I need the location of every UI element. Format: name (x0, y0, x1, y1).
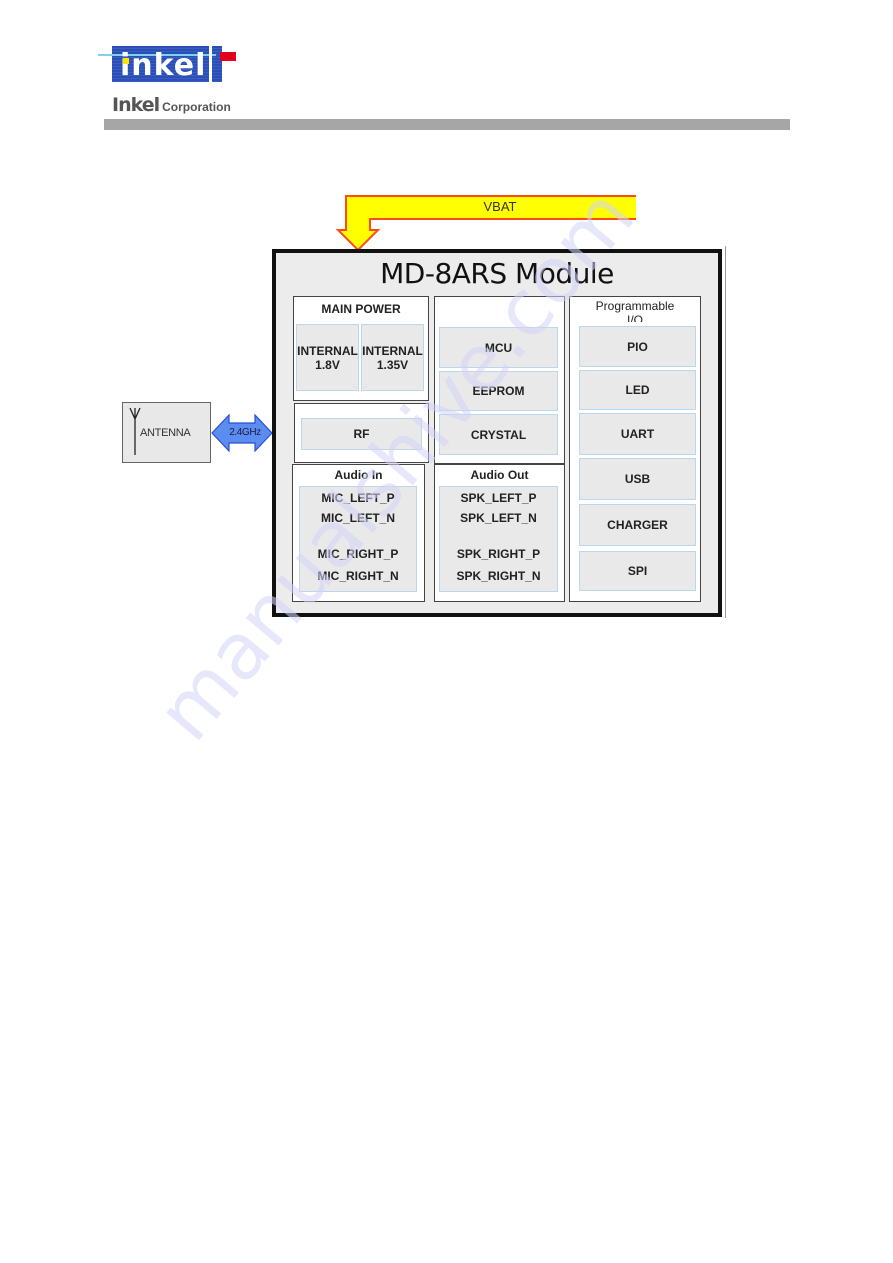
crystal-block: CRYSTAL (439, 414, 558, 455)
rf-link-label: 2.4GHz (229, 427, 261, 438)
internal-1v35-line1: INTERNAL (362, 343, 423, 358)
logo-red-flag (220, 52, 236, 61)
internal-1v8-line1: INTERNAL (297, 343, 358, 358)
main-power-title: MAIN POWER (321, 302, 401, 316)
audio-in-panel: Audio In MIC_LEFT_P MIC_LEFT_N MIC_RIGHT… (292, 464, 425, 602)
pin-mic-right-p: MIC_RIGHT_P (317, 547, 399, 561)
antenna-block: ANTENNA (122, 402, 211, 463)
pin-mic-left-n: MIC_LEFT_N (320, 511, 395, 525)
module-title: MD-8ARS Module (380, 257, 614, 290)
logo-bar (209, 46, 212, 82)
rf-panel: RF (294, 403, 429, 463)
company-brand: Inkel (112, 94, 160, 116)
pin-mic-left-p: MIC_LEFT_P (321, 491, 395, 505)
vbat-label: VBAT (483, 199, 517, 214)
programmable-io-panel: Programmable I/O PIO LED UART USB CHARGE… (569, 296, 701, 602)
programmable-io-title-line1: Programmable (595, 299, 675, 313)
audio-out-pin-list: SPK_LEFT_P SPK_LEFT_N SPK_RIGHT_P SPK_RI… (439, 486, 558, 592)
internal-1v35-line2: 1.35V (376, 357, 409, 372)
eeprom-block: EEPROM (439, 371, 558, 411)
company-name: Inkel Corporation (112, 95, 231, 117)
mcu-block: MCU (439, 327, 558, 368)
audio-out-title: Audio Out (470, 468, 529, 482)
audio-in-title: Audio In (334, 468, 383, 482)
charger-block: CHARGER (579, 504, 696, 546)
uart-block: UART (579, 413, 696, 455)
internal-1v8-line2: 1.8V (315, 357, 340, 372)
antenna-label: ANTENNA (140, 427, 191, 439)
module-block: MD-8ARS Module MAIN POWER INTERNAL 1.8V … (272, 249, 722, 617)
internal-1v8-block: INTERNAL 1.8V (296, 324, 359, 391)
company-suffix: Corporation (162, 100, 231, 114)
pin-mic-right-n: MIC_RIGHT_N (317, 569, 399, 583)
pin-spk-left-n: SPK_LEFT_N (460, 511, 537, 525)
header-rule (104, 119, 790, 130)
programmable-io-title-line2: I/O (626, 313, 643, 322)
pin-spk-right-n: SPK_RIGHT_N (456, 569, 541, 583)
module-edge-line (725, 246, 726, 618)
programmable-io-title: Programmable I/O (570, 299, 700, 322)
spi-block: SPI (579, 551, 696, 591)
audio-out-panel: Audio Out SPK_LEFT_P SPK_LEFT_N SPK_RIGH… (434, 464, 565, 602)
core-panel: MCU EEPROM CRYSTAL (434, 296, 565, 464)
pin-spk-left-p: SPK_LEFT_P (460, 491, 537, 505)
led-block: LED (579, 370, 696, 410)
rf-block: RF (301, 418, 422, 450)
main-power-panel: MAIN POWER INTERNAL 1.8V INTERNAL 1.35V (293, 296, 429, 401)
usb-block: USB (579, 458, 696, 500)
pio-block: PIO (579, 326, 696, 367)
pin-spk-right-p: SPK_RIGHT_P (456, 547, 541, 561)
audio-in-pin-list: MIC_LEFT_P MIC_LEFT_N MIC_RIGHT_P MIC_RI… (299, 486, 417, 592)
logo-text: inkel (120, 48, 207, 83)
internal-1v35-block: INTERNAL 1.35V (361, 324, 424, 391)
logo-dot (123, 58, 129, 64)
